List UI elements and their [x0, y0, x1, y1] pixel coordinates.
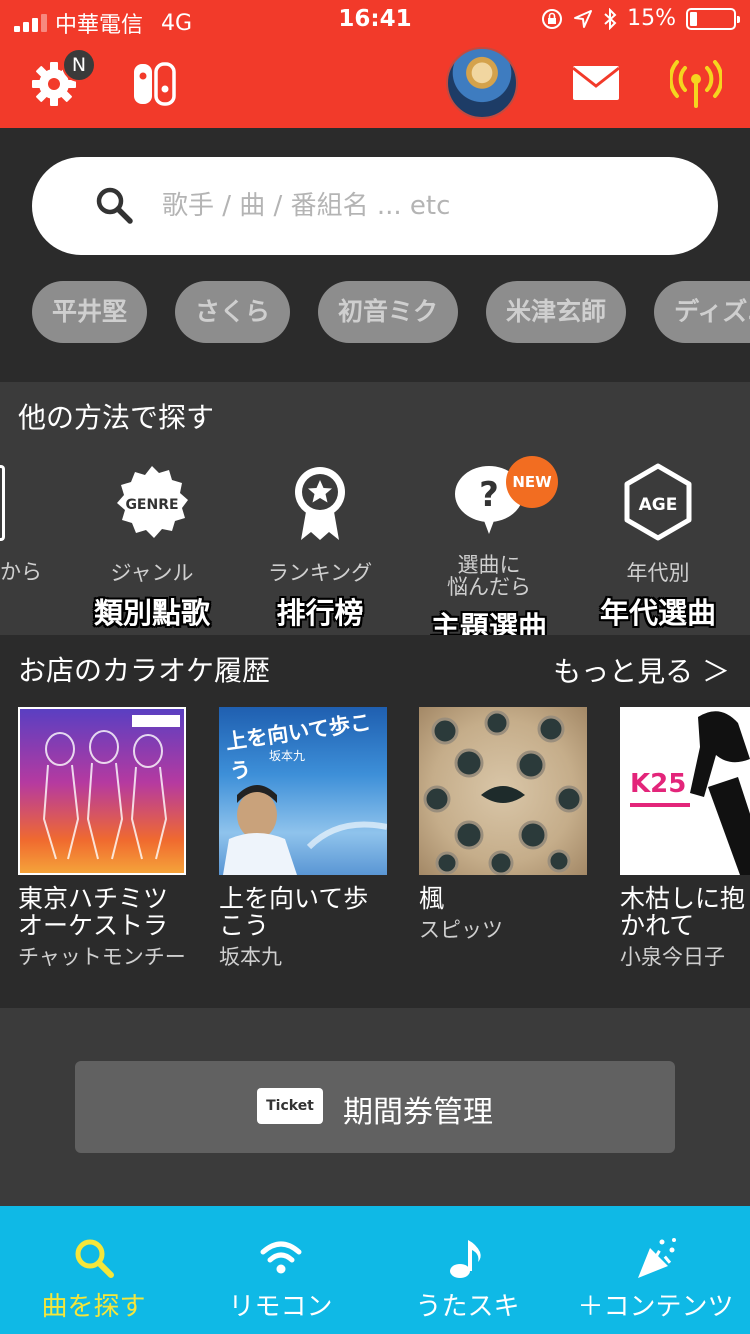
age-icon: AGE — [624, 463, 692, 541]
method-label: ランキング — [267, 561, 373, 585]
mail-icon[interactable] — [572, 65, 620, 101]
album-art — [42, 715, 180, 860]
album-title: 木枯しに抱かれて — [620, 884, 746, 940]
ticket-management-button[interactable]: Ticket 期間券管理 — [75, 1061, 675, 1153]
partial-method-icon[interactable] — [0, 465, 5, 541]
suggestion-chip[interactable]: 初音ミク — [318, 281, 459, 343]
method-sublabel: 排行榜 — [276, 596, 364, 630]
app-header: 中華電信 4G 16:41 15% N — [0, 0, 750, 128]
section-title: お店のカラオケ履歴 — [18, 654, 271, 687]
suggestion-chip[interactable]: 平井堅 — [32, 281, 148, 343]
search-icon — [96, 187, 133, 224]
album-card[interactable]: 上を向いて歩こう 坂本九 上を向いて歩こう 坂本九 — [219, 707, 389, 969]
tab-contents[interactable]: ＋コンテンツ — [561, 1206, 750, 1334]
status-right: 15% — [541, 6, 740, 31]
suggestion-chip[interactable]: ディズニー — [654, 281, 750, 343]
method-label-line2: 悩んだら — [447, 575, 531, 599]
album-title: 上を向いて歩こう — [219, 884, 369, 940]
svg-text:?: ? — [479, 475, 499, 515]
switch-console-icon[interactable] — [132, 62, 176, 106]
album-artist: 坂本九 — [219, 945, 282, 969]
status-bar: 中華電信 4G 16:41 15% — [0, 0, 750, 40]
antenna-icon[interactable] — [670, 60, 722, 108]
ticket-label: 期間券管理 — [343, 1095, 493, 1130]
album-artist: チャットモンチー — [18, 945, 186, 969]
method-sublabel: 類別點歌 — [93, 596, 210, 630]
ranking-icon — [295, 467, 345, 540]
svg-text:GENRE: GENRE — [125, 497, 178, 513]
suggestion-chips: 平井堅さくら初音ミク米津玄師ディズニー — [32, 281, 750, 345]
album-artist: スピッツ — [419, 918, 503, 942]
album-cover: K25 — [620, 707, 750, 875]
album-cover — [18, 707, 186, 875]
location-icon — [574, 9, 593, 28]
music-note-icon — [449, 1240, 481, 1278]
method-ranking[interactable]: ランキング 排行榜 — [245, 462, 395, 632]
tab-label: ＋コンテンツ — [577, 1292, 734, 1322]
see-more-link[interactable]: もっと見る ＞ — [553, 650, 730, 690]
battery-icon — [686, 7, 740, 30]
tab-utasuki[interactable]: うたスキ — [374, 1206, 561, 1334]
album-art — [223, 785, 387, 875]
rotation-lock-icon — [542, 8, 563, 29]
album-card[interactable]: 楓 スピッツ — [419, 707, 589, 942]
album-card[interactable]: K25 木枯しに抱かれて 小泉今日子 — [620, 707, 750, 969]
method-age[interactable]: AGE 年代別 年代選曲 — [583, 462, 733, 632]
album-art — [630, 711, 750, 875]
avatar[interactable] — [446, 47, 518, 119]
notification-badge: N — [62, 48, 96, 82]
tab-remote[interactable]: リモコン — [187, 1206, 374, 1334]
genre-icon: GENRE — [117, 466, 188, 538]
album-cover: 上を向いて歩こう 坂本九 — [219, 707, 387, 875]
method-label: ジャンル — [110, 561, 194, 585]
method-label: 選曲に — [457, 553, 521, 577]
tab-bar: 曲を探す リモコン うたスキ ＋コンテンツ — [0, 1206, 750, 1334]
tab-label: うたスキ — [415, 1292, 520, 1322]
party-popper-icon — [637, 1238, 676, 1278]
method-label: 年代別 — [626, 561, 690, 585]
album-card[interactable]: 東京ハチミツオーケストラ チャットモンチー — [18, 707, 188, 969]
karaoke-history-section: お店のカラオケ履歴 もっと見る ＞ 東京ハチミツオーケストラ チャットモンチー … — [0, 635, 750, 1008]
search-input[interactable] — [162, 179, 682, 233]
search-icon — [75, 1239, 114, 1278]
suggestion-chip[interactable]: 米津玄師 — [486, 281, 627, 343]
section-title: 他の方法で探す — [18, 401, 215, 434]
tab-search[interactable]: 曲を探す — [0, 1206, 187, 1334]
suggestion-chip[interactable]: さくら — [175, 281, 291, 343]
method-sublabel: 年代選曲 — [599, 596, 716, 630]
bluetooth-icon — [604, 7, 617, 30]
album-title: 東京ハチミツオーケストラ — [18, 884, 169, 940]
ticket-section: Ticket 期間券管理 — [0, 1008, 750, 1206]
search-bar[interactable] — [32, 157, 718, 255]
partial-method-label: から — [0, 560, 42, 584]
new-badge: NEW — [506, 456, 558, 508]
tab-label: 曲を探す — [41, 1292, 146, 1322]
wifi-icon — [260, 1241, 301, 1274]
tab-label: リモコン — [228, 1292, 333, 1322]
album-title: 楓 — [419, 884, 445, 913]
album-art — [423, 710, 583, 875]
svg-text:AGE: AGE — [639, 495, 678, 515]
ticket-icon: Ticket — [257, 1088, 323, 1124]
album-artist: 小泉今日子 — [620, 945, 725, 969]
album-cover — [419, 707, 587, 875]
battery-percent: 15% — [627, 6, 676, 31]
method-genre[interactable]: GENRE ジャンル 類別點歌 — [77, 462, 227, 632]
